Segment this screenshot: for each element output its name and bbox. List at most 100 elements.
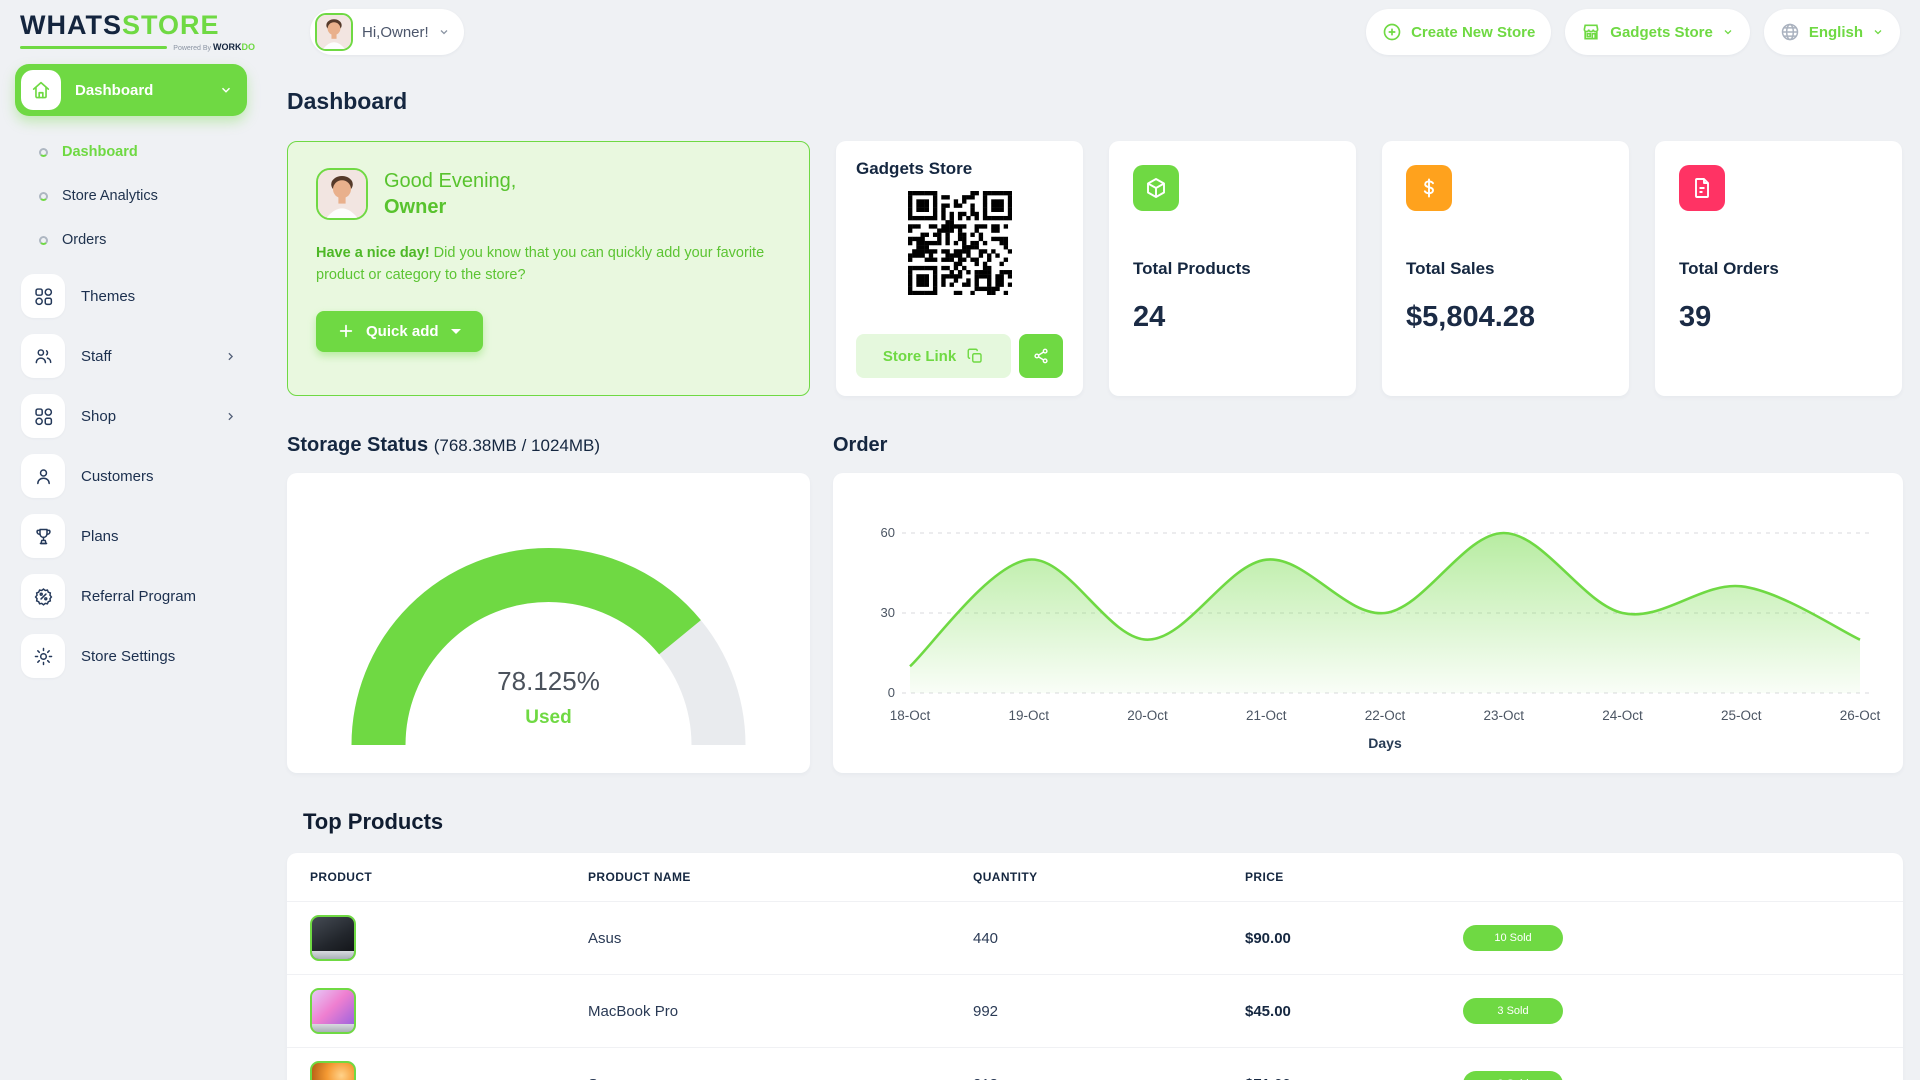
product-image: [310, 915, 356, 961]
stat-card-total-orders: Total Orders 39: [1655, 141, 1902, 396]
svg-text:22-Oct: 22-Oct: [1365, 708, 1406, 723]
svg-text:25-Oct: 25-Oct: [1721, 708, 1762, 723]
greeting-card: Good Evening, Owner Have a nice day! Did…: [287, 141, 810, 396]
store-selector-dropdown[interactable]: Gadgets Store: [1565, 9, 1750, 55]
chevron-down-icon: [1724, 30, 1732, 35]
user-avatar: [315, 13, 353, 51]
greeting-message: Have a nice day! Did you know that you c…: [316, 245, 765, 284]
sidebar-item-themes[interactable]: Themes: [15, 268, 247, 324]
svg-text:18-Oct: 18-Oct: [890, 708, 931, 723]
chevron-down-icon: [1874, 30, 1882, 35]
caret-down-icon: [450, 328, 461, 334]
order-chart-title: Order: [833, 434, 888, 456]
logo-wordmark: WHATSSTORE: [20, 10, 220, 40]
box-icon: [1133, 165, 1179, 211]
dollar-icon: [1406, 165, 1452, 211]
sold-badge: 8 Sold: [1463, 1071, 1563, 1080]
product-name: Asus: [578, 901, 963, 975]
stat-card-total-sales: Total Sales $5,804.28: [1382, 141, 1629, 396]
sidebar-item-staff[interactable]: Staff: [15, 328, 247, 384]
main-content: Dashboard Good Evening, Owner Have a nic…: [247, 64, 1920, 1080]
page-title: Dashboard: [287, 88, 408, 114]
globe-icon: [1781, 23, 1799, 41]
svg-text:0: 0: [888, 685, 895, 700]
language-selector-dropdown[interactable]: English: [1763, 9, 1900, 55]
stat-value: 39: [1679, 301, 1712, 333]
plus-icon: [339, 325, 353, 338]
quick-add-button[interactable]: Quick add: [316, 310, 483, 352]
table-header-row: PRODUCT PRODUCT NAME QUANTITY PRICE: [287, 853, 1903, 902]
col-quantity: QUANTITY: [973, 870, 1038, 884]
table-row: Samsung 213 $71.00 8 Sold: [287, 1047, 1903, 1080]
badge-percent-icon: [21, 574, 65, 618]
table-row: MacBook Pro 992 $45.00 3 Sold: [287, 974, 1903, 1048]
app-logo[interactable]: WHATSSTORE Powered By WORKDO: [20, 12, 255, 52]
product-quantity: 440: [963, 901, 1235, 975]
sold-badge: 10 Sold: [1463, 925, 1563, 951]
svg-text:21-Oct: 21-Oct: [1246, 708, 1287, 723]
plus-circle-icon: [1383, 23, 1401, 41]
top-products-table: PRODUCT PRODUCT NAME QUANTITY PRICE Asus…: [287, 853, 1903, 1080]
stat-card-total-products: Total Products 24: [1109, 141, 1356, 396]
storefront-icon: [1583, 24, 1599, 40]
store-link-button[interactable]: Store Link: [856, 334, 1011, 378]
stat-value: $5,804.28: [1406, 301, 1536, 333]
product-quantity: 213: [963, 1047, 1235, 1080]
grid-icon: [21, 394, 65, 438]
product-name: Samsung: [578, 1047, 963, 1080]
product-price: $90.00: [1235, 901, 1453, 975]
chevron-down-icon: [221, 87, 231, 93]
sidebar-item-referral-program[interactable]: Referral Program: [15, 568, 247, 624]
gear-icon: [21, 634, 65, 678]
chevron-right-icon: [228, 352, 234, 360]
sidebar-item-orders[interactable]: Orders: [15, 218, 247, 262]
sidebar-item-shop[interactable]: Shop: [15, 388, 247, 444]
product-price: $71.00: [1235, 1047, 1453, 1080]
grid-icon: [21, 274, 65, 318]
sidebar-item-plans[interactable]: Plans: [15, 508, 247, 564]
top-products-title: Top Products: [303, 809, 444, 834]
stat-value: 24: [1133, 301, 1166, 333]
copy-icon: [967, 348, 982, 363]
store-qr-code: [907, 191, 1012, 295]
sidebar-item-customers[interactable]: Customers: [15, 448, 247, 504]
col-product-name: PRODUCT NAME: [588, 870, 691, 884]
svg-text:20-Oct: 20-Oct: [1127, 708, 1168, 723]
stat-label: Total Orders: [1679, 259, 1779, 278]
user-menu[interactable]: Hi,Owner!: [310, 9, 464, 55]
share-button[interactable]: [1019, 334, 1063, 378]
svg-text:60: 60: [881, 525, 895, 540]
col-product: PRODUCT: [310, 870, 373, 884]
sidebar-item-store-analytics[interactable]: Store Analytics: [15, 174, 247, 218]
sidebar-group-dashboard[interactable]: Dashboard: [15, 64, 247, 116]
table-row: Asus 440 $90.00 10 Sold: [287, 901, 1903, 975]
sidebar-item-store-settings[interactable]: Store Settings: [15, 628, 247, 684]
user-greeting: Hi,Owner!: [362, 23, 429, 41]
chevron-down-icon: [440, 30, 448, 35]
order-area-chart: 60 30 0 18-Oct 19-Oct 20-Oct 21-Oct 22-Oct 23-Oc…: [833, 473, 1903, 773]
store-name: Gadgets Store: [856, 159, 973, 178]
home-icon: [21, 70, 61, 110]
storage-status-title: Storage Status (768.38MB / 1024MB): [287, 434, 601, 456]
svg-text:26-Oct: 26-Oct: [1840, 708, 1881, 723]
greeting-title: Good Evening, Owner: [384, 170, 517, 218]
stat-label: Total Sales: [1406, 259, 1495, 278]
trophy-icon: [21, 514, 65, 558]
svg-text:Days: Days: [1368, 735, 1402, 751]
sidebar-item-dashboard[interactable]: Dashboard: [15, 130, 247, 174]
staff-icon: [21, 334, 65, 378]
col-price: PRICE: [1245, 870, 1284, 884]
svg-text:30: 30: [881, 605, 895, 620]
svg-text:24-Oct: 24-Oct: [1602, 708, 1643, 723]
storage-percent: 78.125%: [497, 666, 600, 696]
create-new-store-button[interactable]: Create New Store: [1366, 9, 1552, 55]
storage-used-label: Used: [525, 707, 572, 728]
store-qr-card: Gadgets Store Store Link: [836, 141, 1083, 396]
storage-gauge-chart: 78.125% Used: [287, 473, 810, 773]
product-image: [310, 1061, 356, 1080]
product-name: MacBook Pro: [578, 974, 963, 1048]
svg-text:23-Oct: 23-Oct: [1483, 708, 1524, 723]
sold-badge: 3 Sold: [1463, 998, 1563, 1024]
share-icon: [1034, 348, 1048, 364]
bullet-icon: [39, 147, 48, 157]
